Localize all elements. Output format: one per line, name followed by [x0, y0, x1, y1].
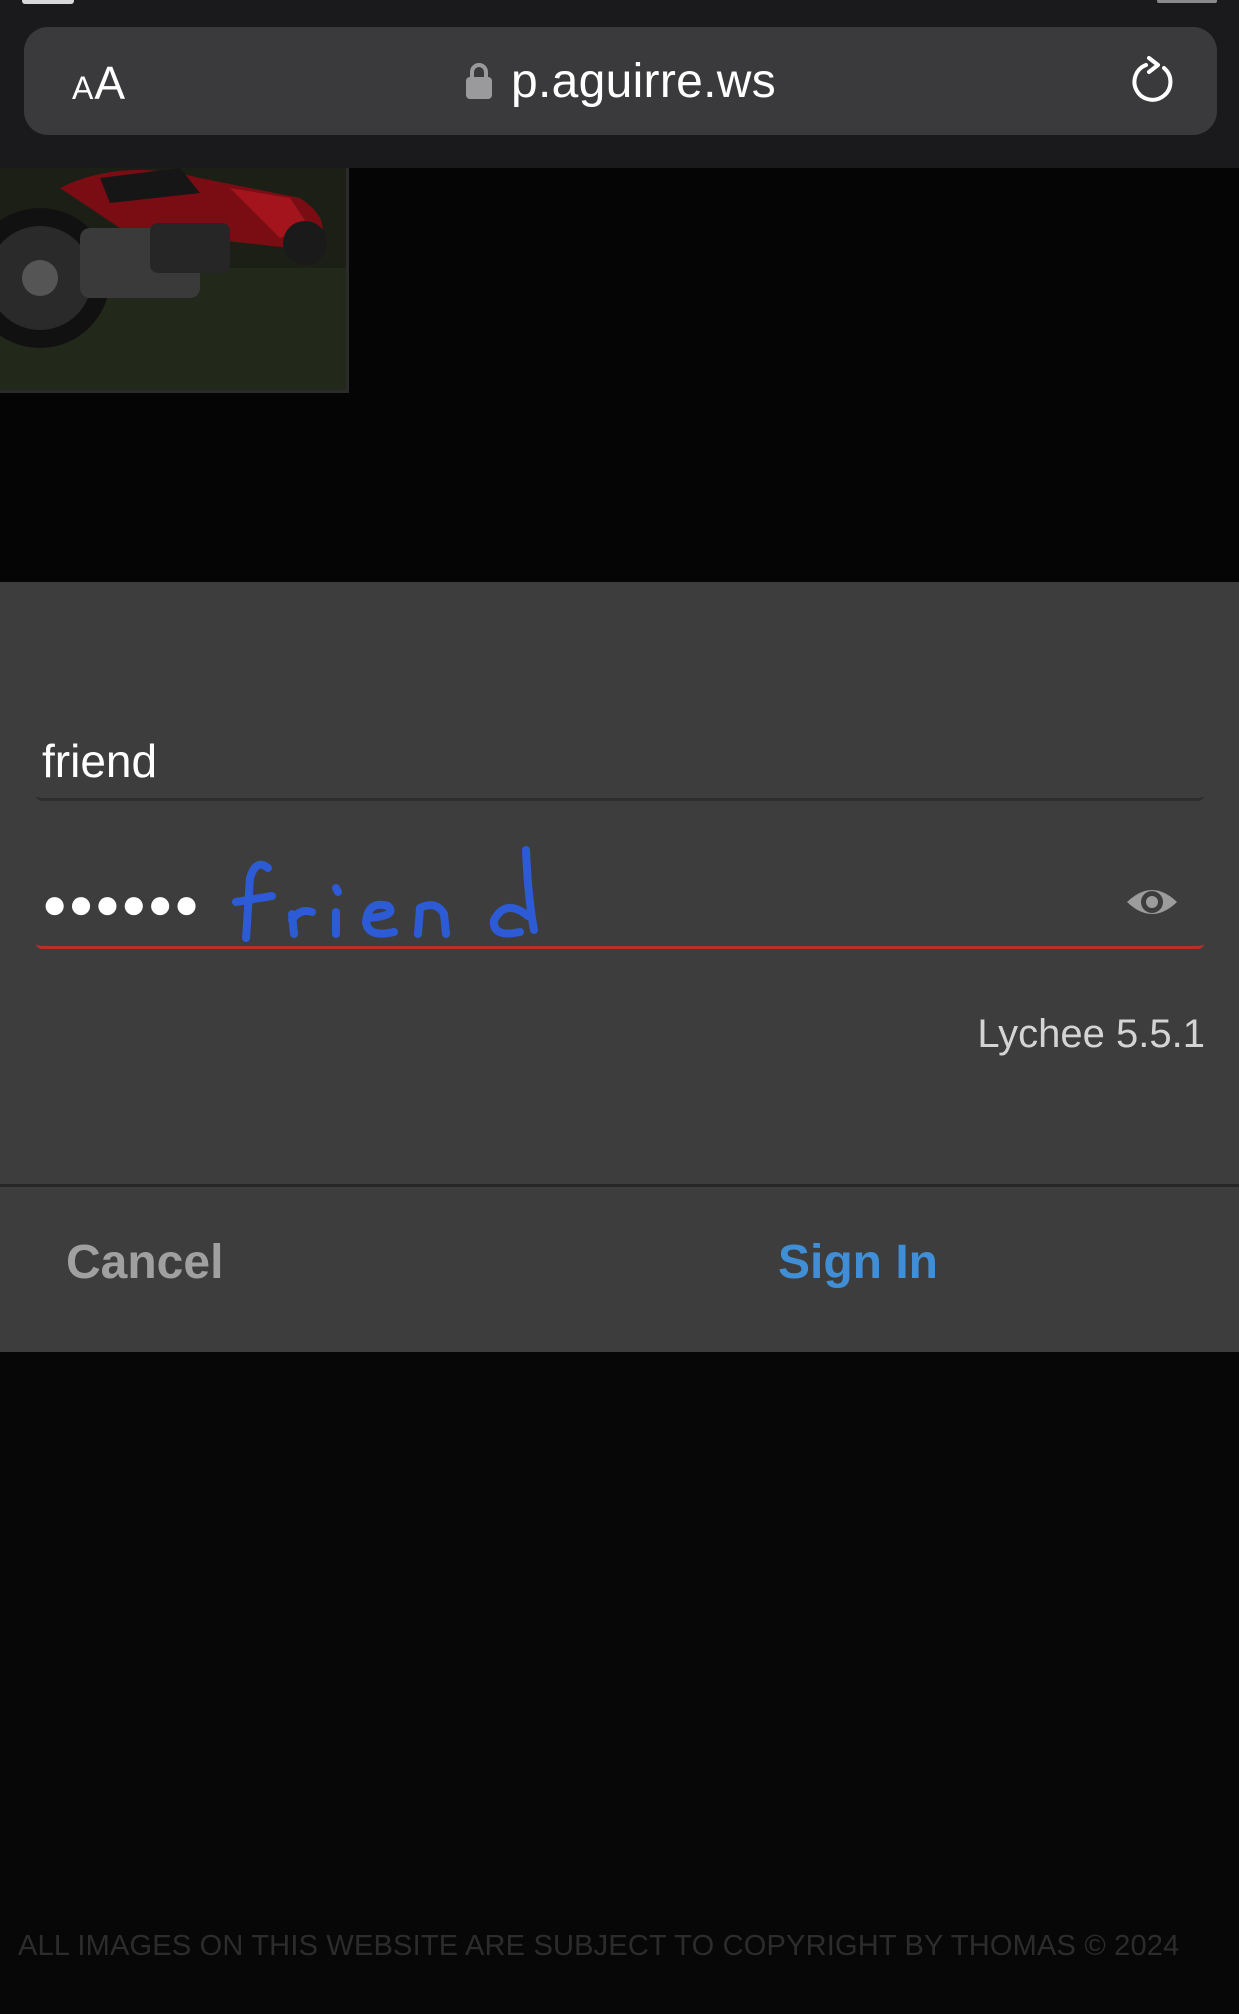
password-value: ●●●●●● — [42, 880, 201, 927]
lock-icon — [465, 63, 492, 99]
text-size-large-glyph: A — [94, 57, 126, 109]
reload-icon[interactable] — [1127, 55, 1179, 107]
handwritten-annotation: friend — [232, 846, 538, 942]
cancel-button[interactable]: Cancel — [66, 1235, 223, 1290]
address-bar[interactable]: A A p.aguirre.ws — [24, 27, 1217, 135]
app-version-label: Lychee 5.5.1 — [977, 1012, 1205, 1056]
battery-indicator — [1157, 0, 1217, 3]
url-text[interactable]: p.aguirre.ws — [511, 54, 776, 109]
password-input[interactable]: ●●●●●● — [36, 846, 1204, 949]
album-grid — [0, 168, 1239, 582]
status-bar — [0, 0, 1239, 6]
status-time-fragment — [22, 0, 74, 4]
sign-in-button[interactable]: Sign In — [778, 1235, 938, 1290]
text-size-button[interactable]: A A — [72, 53, 162, 109]
page-background — [0, 1352, 1239, 2014]
login-dialog: friend ●●●●●● friend Lychee 5.5.1 — [0, 582, 1239, 1184]
username-value: friend — [42, 735, 158, 787]
browser-toolbar: A A p.aguirre.ws — [0, 0, 1239, 168]
username-input[interactable]: friend — [36, 726, 1204, 801]
copyright-footer: ALL IMAGES ON THIS WEBSITE ARE SUBJECT T… — [18, 1930, 1180, 1962]
dialog-actions: Cancel Sign In — [0, 1184, 1239, 1352]
motorcycle-photo — [0, 168, 346, 390]
eye-icon[interactable] — [1124, 882, 1180, 922]
photo-thumbnail[interactable] — [0, 168, 349, 393]
text-size-small-glyph: A — [72, 70, 94, 106]
